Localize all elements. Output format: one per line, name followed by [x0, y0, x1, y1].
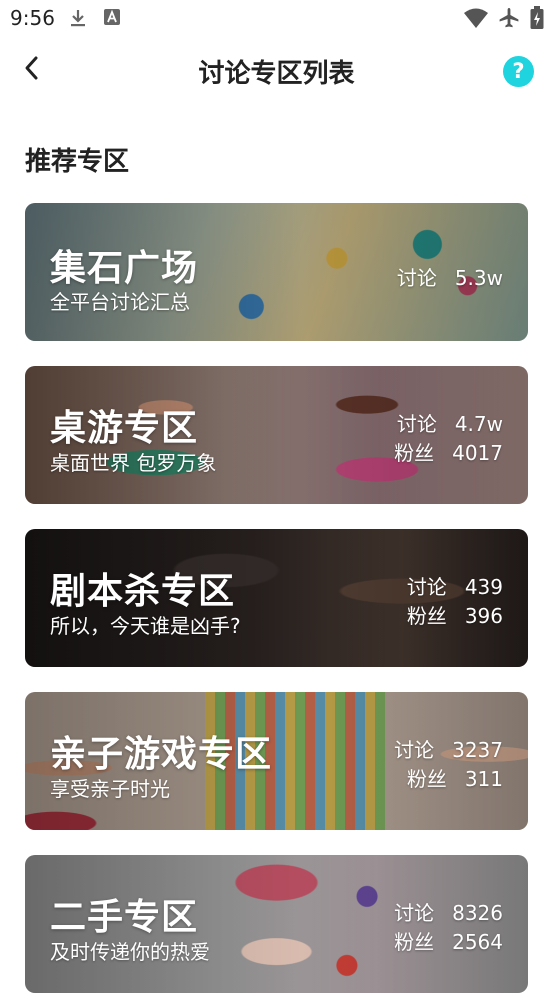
zone-card-family[interactable]: 亲子游戏专区 享受亲子时光 讨论 3237 粉丝 311 [25, 692, 528, 830]
help-button[interactable]: ? [503, 56, 534, 87]
fans-label: 粉丝 [406, 767, 447, 791]
card-subtitle: 所以，今天谁是凶手? [50, 614, 241, 638]
discuss-label: 讨论 [394, 738, 435, 762]
discuss-label: 讨论 [396, 412, 437, 436]
download-icon [68, 8, 88, 32]
discuss-count: 3237 [452, 738, 503, 762]
status-time: 9:56 [10, 6, 55, 30]
discuss-stat: 讨论 439 [407, 571, 503, 600]
fans-stat: 粉丝 396 [407, 600, 503, 629]
zone-card-second-hand[interactable]: 二手专区 及时传递你的热爱 讨论 8326 粉丝 2564 [25, 855, 528, 993]
discuss-label: 讨论 [406, 575, 447, 599]
card-title: 集石广场 [50, 248, 199, 289]
card-subtitle: 桌面世界 包罗万象 [50, 451, 217, 475]
fans-count: 396 [464, 604, 503, 628]
discuss-stat: 讨论 8326 [394, 897, 503, 926]
zone-card-square[interactable]: 集石广场 全平台讨论汇总 讨论 5.3w [25, 203, 528, 341]
discuss-count: 4.7w [454, 412, 503, 436]
fans-count: 4017 [452, 441, 503, 465]
fans-label: 粉丝 [394, 441, 435, 465]
card-subtitle: 及时传递你的热爱 [50, 940, 210, 964]
discuss-stat: 讨论 4.7w [397, 408, 503, 437]
battery-charging-icon [530, 6, 544, 34]
status-bar: 9:56 [0, 0, 553, 36]
top-app-bar: 讨论专区列表 ? [0, 44, 553, 100]
card-title: 二手专区 [50, 897, 199, 938]
card-title: 亲子游戏专区 [50, 734, 273, 775]
section-title: 推荐专区 [25, 147, 130, 177]
fans-label: 粉丝 [394, 930, 435, 954]
fans-count: 2564 [452, 930, 503, 954]
page-title: 讨论专区列表 [198, 59, 355, 89]
discuss-label: 讨论 [396, 266, 437, 290]
discuss-stat: 讨论 5.3w [397, 262, 503, 291]
discuss-count: 8326 [452, 901, 503, 925]
a-badge-icon [103, 8, 121, 30]
discuss-stat: 讨论 3237 [394, 734, 503, 763]
discuss-label: 讨论 [394, 901, 435, 925]
wifi-icon [463, 7, 489, 33]
fans-label: 粉丝 [406, 604, 447, 628]
fans-stat: 粉丝 311 [407, 763, 503, 792]
card-title: 桌游专区 [50, 408, 199, 449]
fans-count: 311 [464, 767, 503, 791]
card-subtitle: 享受亲子时光 [50, 777, 170, 801]
card-subtitle: 全平台讨论汇总 [50, 290, 190, 314]
discuss-count: 439 [464, 575, 503, 599]
fans-stat: 粉丝 2564 [394, 926, 503, 955]
discuss-count: 5.3w [454, 266, 503, 290]
airplane-icon [497, 6, 521, 34]
zone-card-murder-mystery[interactable]: 剧本杀专区 所以，今天谁是凶手? 讨论 439 粉丝 396 [25, 529, 528, 667]
zone-card-boardgame[interactable]: 桌游专区 桌面世界 包罗万象 讨论 4.7w 粉丝 4017 [25, 366, 528, 504]
fans-stat: 粉丝 4017 [394, 437, 503, 466]
card-title: 剧本杀专区 [50, 571, 236, 612]
